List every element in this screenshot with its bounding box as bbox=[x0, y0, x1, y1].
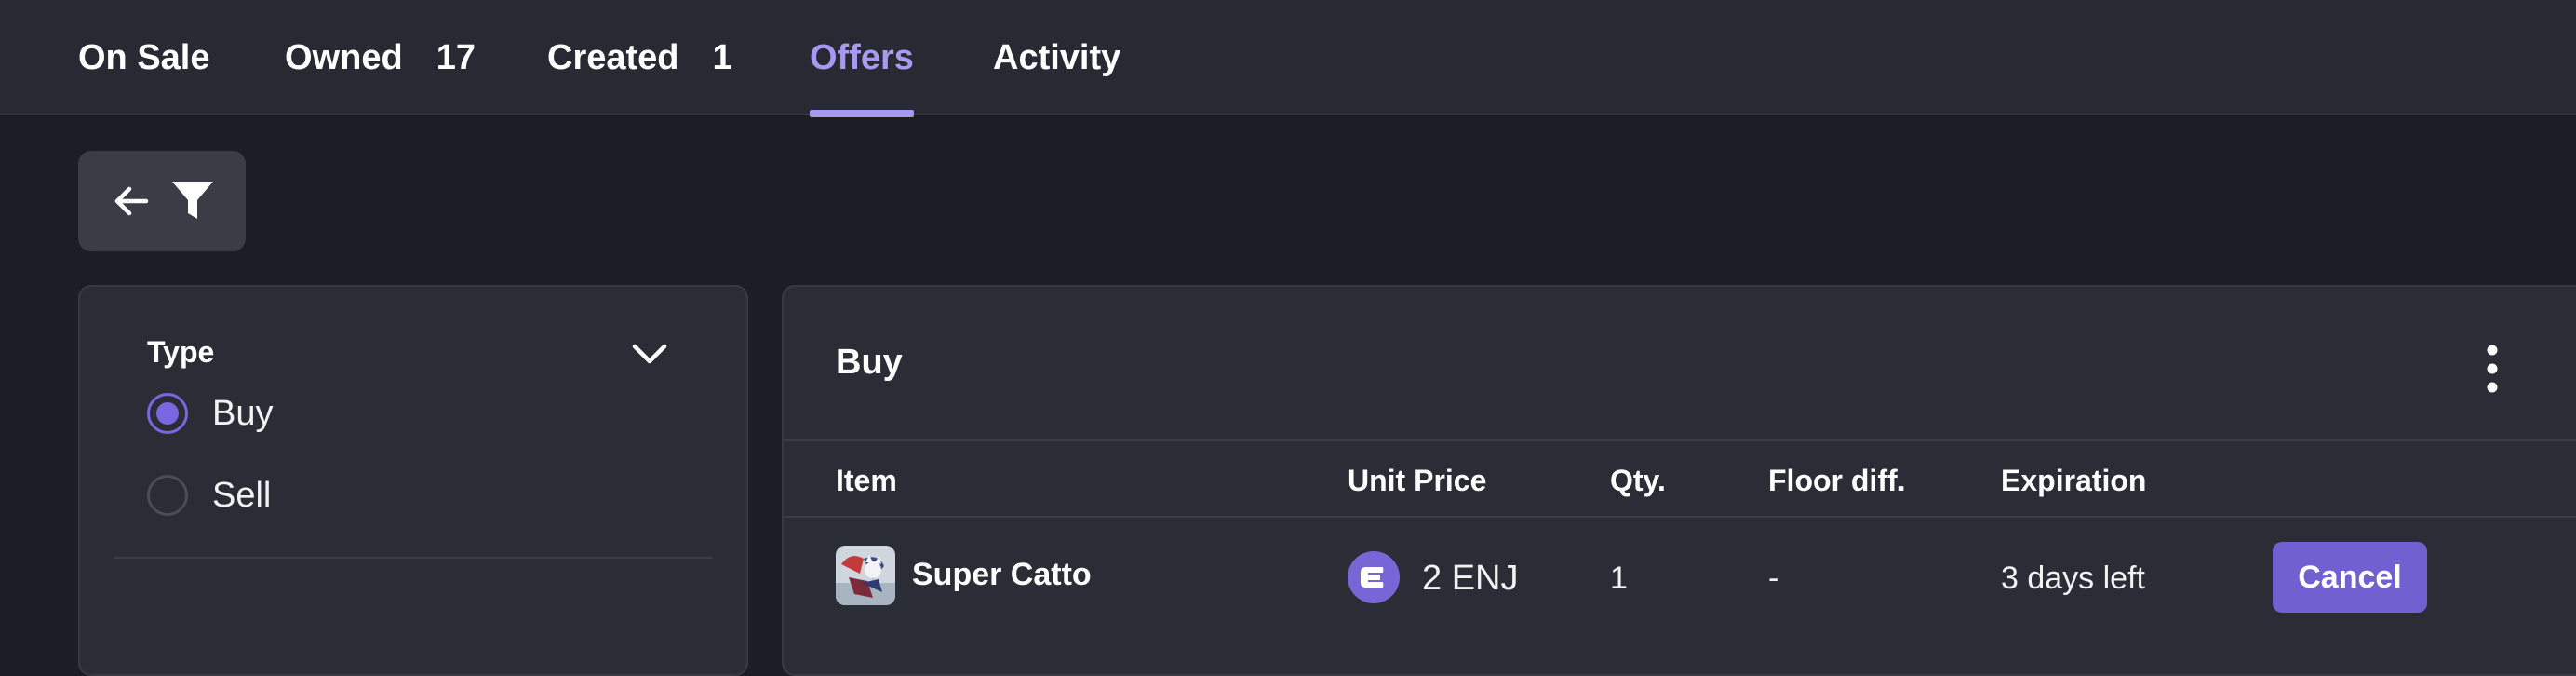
divider bbox=[784, 516, 2576, 518]
tab-count: 17 bbox=[436, 37, 476, 77]
tab-label: Offers bbox=[810, 37, 914, 77]
chevron-down-icon[interactable] bbox=[627, 331, 672, 376]
tab-count: 1 bbox=[712, 37, 732, 77]
tab-owned[interactable]: Owned 17 bbox=[285, 0, 476, 115]
filter-toggle-group bbox=[78, 151, 246, 251]
radio-option-buy[interactable]: Buy bbox=[147, 393, 273, 434]
tab-activity[interactable]: Activity bbox=[993, 0, 1120, 115]
arrow-left-icon[interactable] bbox=[109, 179, 154, 223]
radio-label: Sell bbox=[212, 475, 272, 515]
active-tab-indicator bbox=[810, 110, 914, 117]
offers-table-panel: Buy Item Unit Price Qty. Floor diff. Exp… bbox=[782, 285, 2576, 676]
column-header-unit-price[interactable]: Unit Price bbox=[1348, 464, 1486, 498]
column-header-item[interactable]: Item bbox=[836, 464, 897, 498]
column-header-expiration[interactable]: Expiration bbox=[2001, 464, 2146, 498]
floor-diff: - bbox=[1768, 561, 1779, 596]
unit-price: 2 ENJ bbox=[1422, 559, 1519, 598]
tab-created[interactable]: Created 1 bbox=[547, 0, 732, 115]
filter-icon[interactable] bbox=[170, 179, 215, 223]
tab-on-sale[interactable]: On Sale bbox=[78, 0, 210, 115]
cancel-offer-button[interactable]: Cancel bbox=[2273, 542, 2427, 613]
radio-option-sell[interactable]: Sell bbox=[147, 475, 271, 516]
divider bbox=[114, 557, 713, 559]
main-content: Type Buy Sell Buy Item Unit Price Qty. F… bbox=[0, 117, 2576, 676]
enj-token-icon bbox=[1348, 551, 1400, 603]
tab-label: Created bbox=[547, 37, 679, 77]
item-thumbnail[interactable] bbox=[836, 546, 895, 605]
item-name[interactable]: Super Catto bbox=[912, 557, 1092, 593]
divider bbox=[784, 439, 2576, 441]
tab-label: Activity bbox=[993, 37, 1121, 77]
more-options-icon[interactable] bbox=[2474, 341, 2511, 397]
quantity: 1 bbox=[1610, 561, 1628, 596]
tab-offers[interactable]: Offers bbox=[810, 0, 914, 117]
tab-label: Owned bbox=[285, 37, 403, 77]
radio-button[interactable] bbox=[147, 393, 188, 434]
column-header-floor-diff[interactable]: Floor diff. bbox=[1768, 464, 1906, 498]
radio-label: Buy bbox=[212, 393, 274, 433]
tab-label: On Sale bbox=[78, 37, 210, 77]
column-header-qty[interactable]: Qty. bbox=[1610, 464, 1666, 498]
panel-title: Buy bbox=[836, 343, 903, 382]
radio-button[interactable] bbox=[147, 475, 188, 516]
profile-tabs-bar: On Sale Owned 17 Created 1 Offers Activi… bbox=[0, 0, 2576, 117]
filter-type-heading: Type bbox=[147, 335, 215, 369]
expiration: 3 days left bbox=[2001, 561, 2145, 596]
filter-panel: Type Buy Sell bbox=[78, 285, 748, 676]
